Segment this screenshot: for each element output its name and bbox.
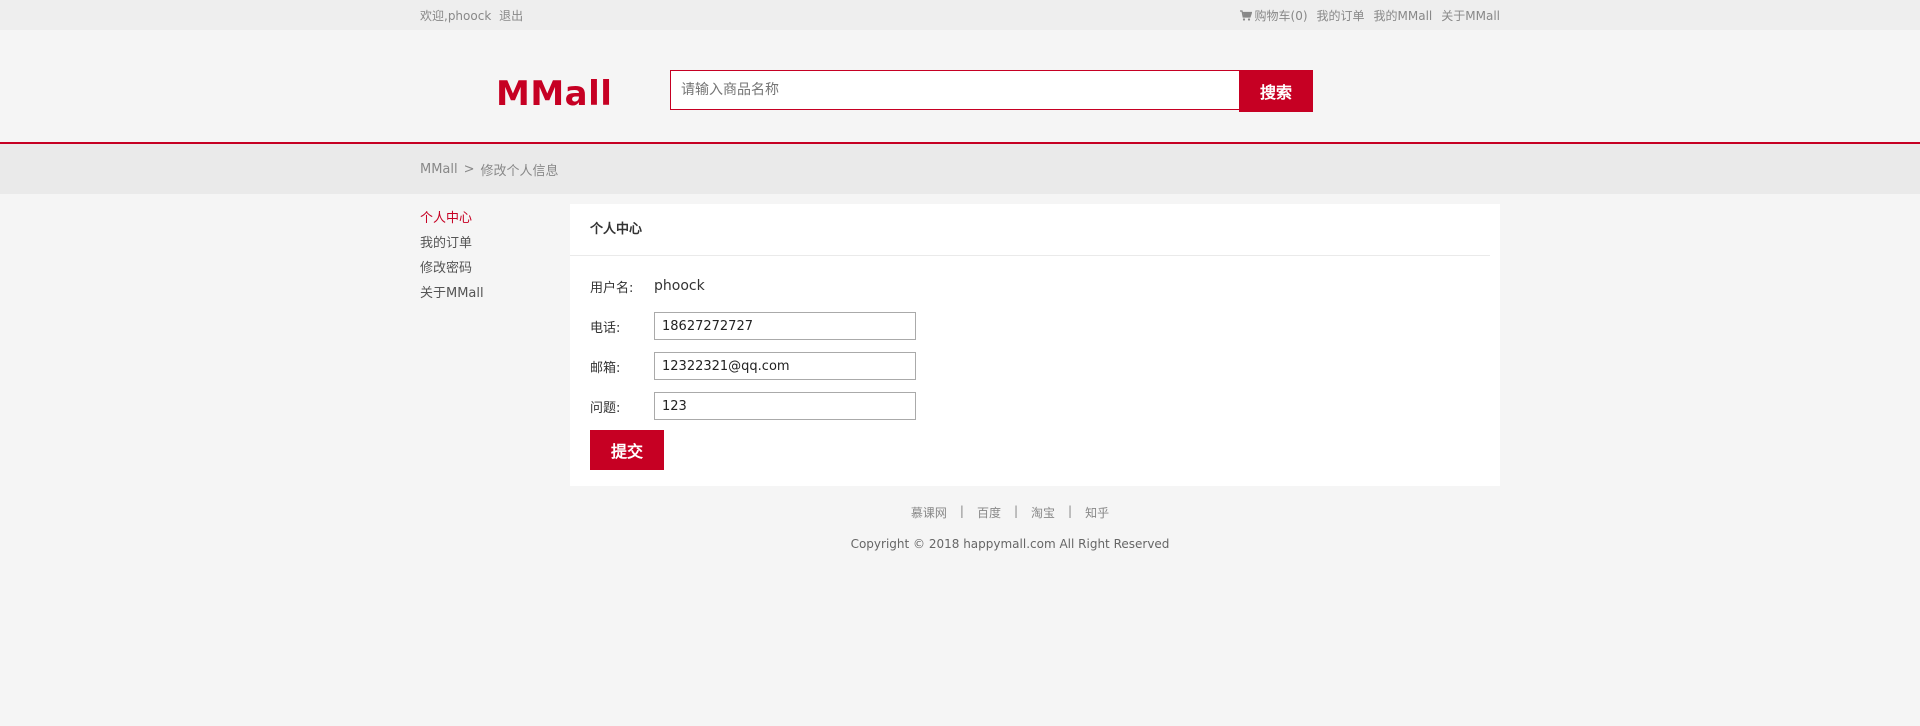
breadcrumb: MMall > 修改个人信息	[420, 144, 1500, 194]
username-value: phoock	[654, 278, 705, 294]
footer-separator: |	[1068, 504, 1073, 518]
profile-form: 用户名: phoock 电话: 邮箱: 问题: 提交	[570, 256, 1500, 470]
my-orders-link[interactable]: 我的订单	[1317, 7, 1365, 24]
phone-label: 电话:	[590, 320, 621, 336]
footer-link-baidu[interactable]: 百度	[977, 504, 1001, 521]
sidebar-item-user-center[interactable]: 个人中心	[420, 206, 550, 231]
welcome-area: 欢迎,phoock 退出	[420, 7, 523, 24]
username-row: 用户名: phoock	[590, 266, 1500, 306]
submit-button[interactable]: 提交	[590, 430, 664, 470]
main-content: 个人中心 我的订单 修改密码 关于MMall 个人中心 用户名: phoock …	[0, 194, 1920, 551]
phone-field[interactable]	[654, 312, 916, 340]
search-button[interactable]: 搜索	[1239, 70, 1313, 112]
my-mmall-link[interactable]: 我的MMall	[1374, 7, 1433, 24]
email-label: 邮箱:	[590, 360, 621, 376]
sidebar-item-about[interactable]: 关于MMall	[420, 281, 550, 306]
cart-label: 购物车(0)	[1254, 8, 1308, 23]
breadcrumb-home-link[interactable]: MMall	[420, 162, 458, 177]
sidebar-item-my-orders[interactable]: 我的订单	[420, 231, 550, 256]
email-field[interactable]	[654, 352, 916, 380]
footer-links: 慕课网 | 百度 | 淘宝 | 知乎	[100, 504, 1920, 521]
breadcrumb-current: 修改个人信息	[480, 163, 559, 179]
username-label: 用户名:	[590, 280, 634, 296]
sidebar-item-change-password[interactable]: 修改密码	[420, 256, 550, 281]
top-bar: 欢迎,phoock 退出 购物车(0) 我的订单 我的MMall 关于MMall	[0, 0, 1920, 30]
footer-link-zhihu[interactable]: 知乎	[1085, 504, 1109, 521]
email-row: 邮箱:	[590, 346, 1500, 386]
footer: 慕课网 | 百度 | 淘宝 | 知乎 Copyright © 2018 happ…	[100, 486, 1920, 551]
search-box: 搜索	[670, 70, 1313, 112]
question-label: 问题:	[590, 400, 621, 416]
logout-link[interactable]: 退出	[499, 9, 523, 23]
profile-panel: 个人中心 用户名: phoock 电话: 邮箱: 问题: 提	[570, 204, 1500, 486]
logo[interactable]: MMall	[496, 74, 612, 114]
header: MMall 搜索	[0, 30, 1920, 144]
copyright: Copyright © 2018 happymall.com All Right…	[850, 537, 1170, 551]
question-field[interactable]	[654, 392, 916, 420]
question-row: 问题:	[590, 386, 1500, 426]
welcome-text: 欢迎,phoock	[420, 8, 492, 23]
footer-link-taobao[interactable]: 淘宝	[1031, 504, 1055, 521]
cart-link[interactable]: 购物车(0)	[1239, 7, 1308, 24]
footer-separator: |	[1013, 504, 1019, 518]
panel-title: 个人中心	[570, 204, 1490, 256]
search-input[interactable]	[670, 70, 1239, 110]
about-link[interactable]: 关于MMall	[1441, 7, 1500, 24]
sidebar: 个人中心 我的订单 修改密码 关于MMall	[420, 204, 550, 486]
footer-link-imooc[interactable]: 慕课网	[911, 504, 947, 521]
breadcrumb-separator: >	[463, 161, 475, 177]
phone-row: 电话:	[590, 306, 1500, 346]
breadcrumb-bar: MMall > 修改个人信息	[0, 144, 1920, 194]
cart-icon	[1239, 9, 1252, 21]
top-nav: 购物车(0) 我的订单 我的MMall 关于MMall	[1239, 7, 1500, 24]
footer-separator: |	[959, 504, 964, 518]
